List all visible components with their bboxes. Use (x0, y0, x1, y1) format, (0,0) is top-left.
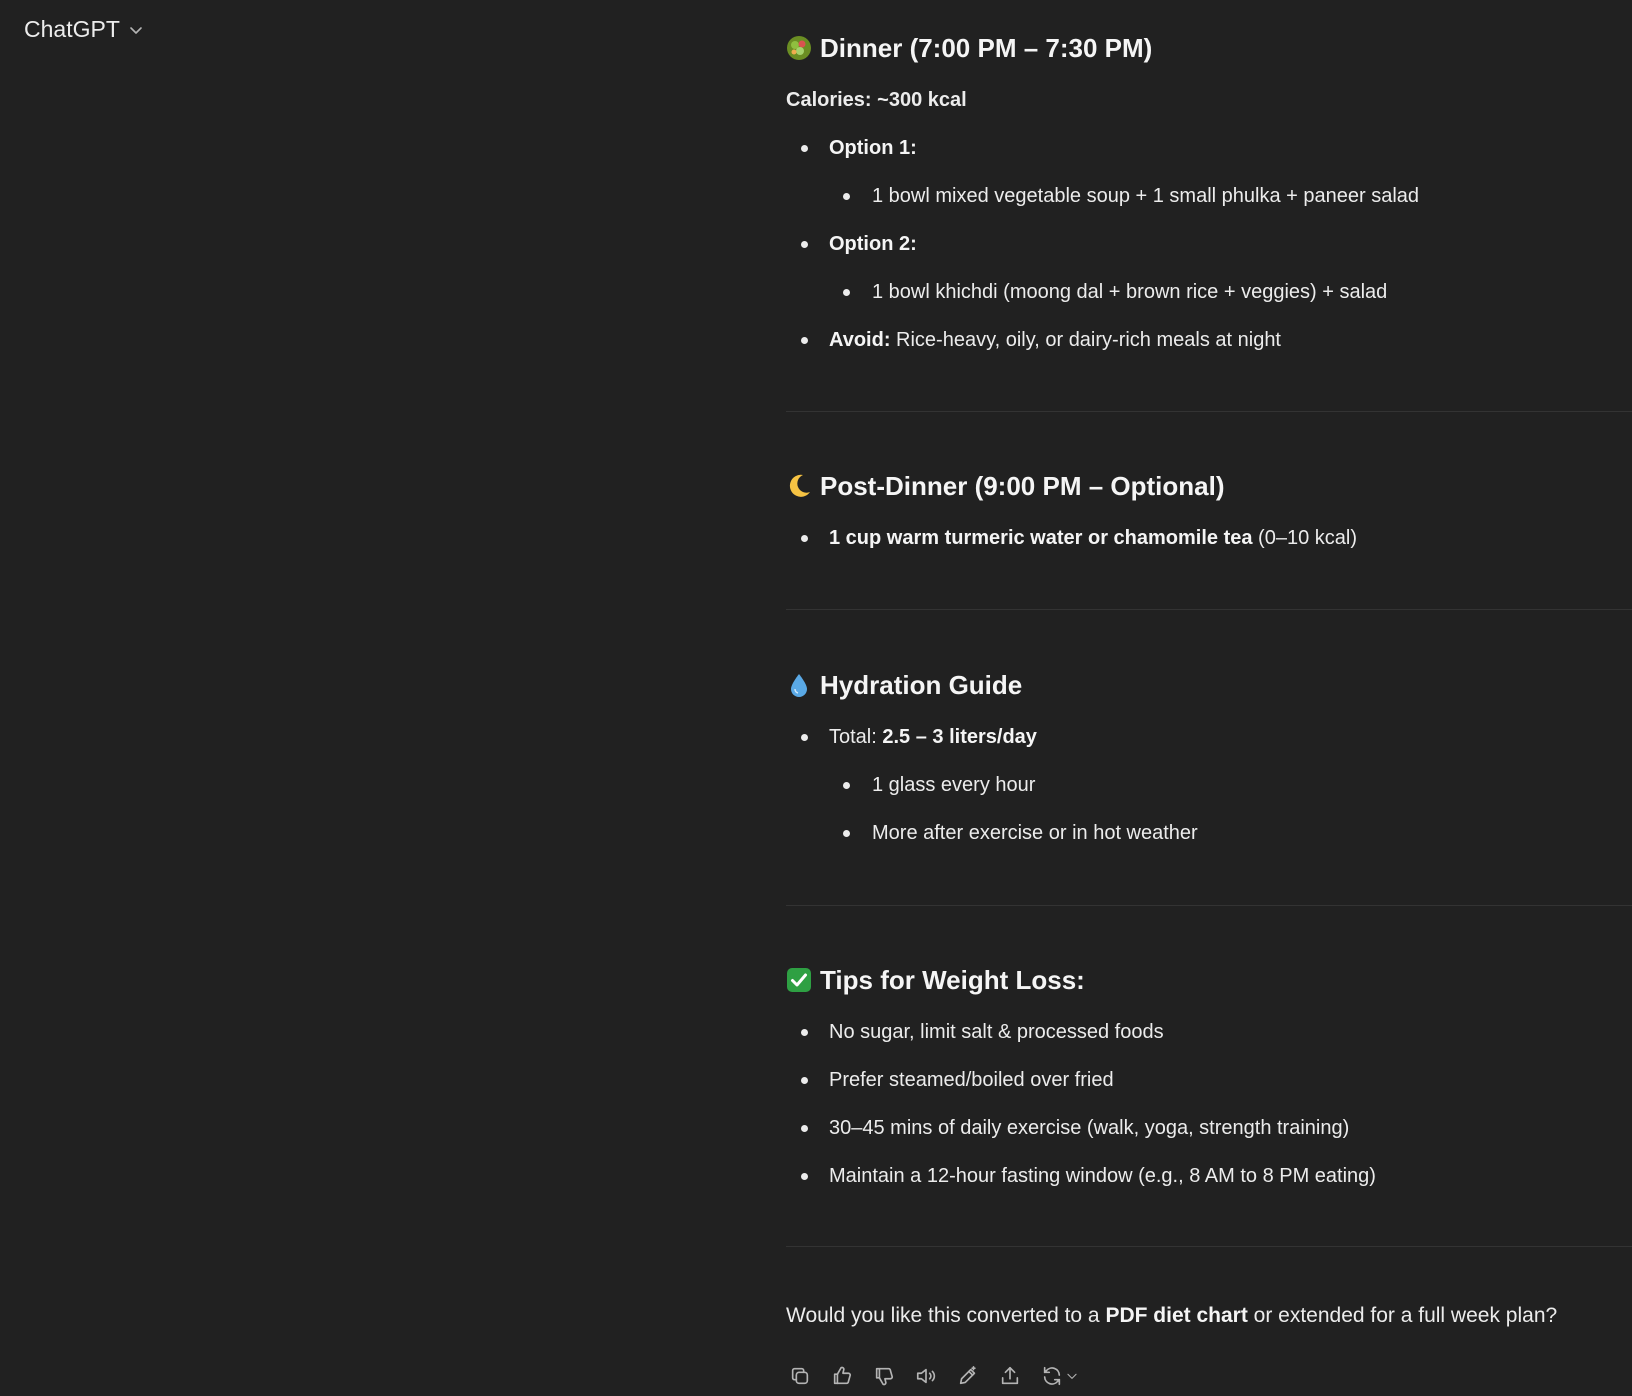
closing-after: or extended for a full week plan? (1247, 1304, 1558, 1327)
avoid-label: Avoid: (829, 328, 891, 351)
chevron-down-icon (1067, 1373, 1077, 1379)
list-item: More after exercise or in hot weather (786, 809, 1198, 857)
dinner-title: Dinner (7:00 PM – 7:30 PM) (820, 32, 1153, 63)
divider (786, 905, 1632, 906)
regenerate-icon (1043, 1366, 1061, 1386)
tip-text: No sugar, limit salt & processed foods (829, 1020, 1164, 1043)
hydration-sub-item: 1 glass every hour (872, 773, 1036, 796)
share-icon (1001, 1366, 1019, 1385)
regenerate-button[interactable] (1038, 1362, 1082, 1390)
dinner-heading: Dinner (7:00 PM – 7:30 PM) (786, 24, 1419, 72)
list-item: Option 1: (786, 124, 1419, 172)
list-item: 1 glass every hour (786, 761, 1198, 809)
tips-section: Tips for Weight Loss: No sugar, limit sa… (786, 956, 1376, 1200)
copy-icon (791, 1367, 809, 1385)
copy-button[interactable] (786, 1362, 814, 1390)
list-item: Avoid: Rice-heavy, oily, or dairy-rich m… (786, 316, 1419, 364)
divider (786, 1246, 1632, 1247)
model-name: ChatGPT (24, 16, 120, 42)
good-response-button[interactable] (828, 1362, 856, 1390)
post-dinner-item-bold: 1 cup warm turmeric water or chamomile t… (829, 526, 1253, 549)
droplet-icon (791, 674, 807, 697)
model-selector[interactable]: ChatGPT (24, 16, 144, 43)
list-item: 1 cup warm turmeric water or chamomile t… (786, 514, 1357, 562)
closing-bold: PDF diet chart (1105, 1304, 1248, 1327)
read-aloud-button[interactable] (912, 1362, 940, 1390)
list-item: Option 2: (786, 220, 1419, 268)
post-dinner-title: Post-Dinner (9:00 PM – Optional) (820, 470, 1225, 501)
option1-label: Option 1: (829, 136, 917, 159)
thumbs-up-icon (833, 1366, 852, 1385)
post-dinner-list: 1 cup warm turmeric water or chamomile t… (786, 514, 1357, 562)
hydration-title: Hydration Guide (820, 669, 1023, 700)
list-item: Total: 2.5 – 3 liters/day (786, 713, 1198, 761)
tip-text: Prefer steamed/boiled over fried (829, 1068, 1114, 1091)
tip-text: Maintain a 12-hour fasting window (e.g.,… (829, 1164, 1376, 1187)
chevron-down-icon (130, 26, 142, 34)
list-item: 1 bowl mixed vegetable soup + 1 small ph… (786, 172, 1419, 220)
tips-title: Tips for Weight Loss: (820, 964, 1085, 995)
avoid-text: Rice-heavy, oily, or dairy-rich meals at… (890, 328, 1281, 351)
list-item: 30–45 mins of daily exercise (walk, yoga… (786, 1104, 1376, 1152)
edit-icon (959, 1366, 976, 1385)
post-dinner-item-rest: (0–10 kcal) (1252, 526, 1357, 549)
crescent-moon-icon (789, 474, 810, 497)
share-button[interactable] (996, 1362, 1024, 1390)
tips-heading: Tips for Weight Loss: (786, 956, 1376, 1004)
message-actions (786, 1362, 1082, 1390)
hydration-total-value: 2.5 – 3 liters/day (882, 725, 1037, 748)
hydration-list: Total: 2.5 – 3 liters/day 1 glass every … (786, 713, 1198, 857)
salad-icon (787, 36, 811, 60)
tips-list: No sugar, limit salt & processed foods P… (786, 1008, 1376, 1200)
edit-button[interactable] (954, 1362, 982, 1390)
bad-response-button[interactable] (870, 1362, 898, 1390)
dinner-calories: Calories: ~300 kcal (786, 88, 967, 111)
closing-question: Would you like this converted to a PDF d… (786, 1304, 1557, 1328)
dinner-list: Option 1: 1 bowl mixed vegetable soup + … (786, 124, 1419, 364)
post-dinner-heading: Post-Dinner (9:00 PM – Optional) (786, 462, 1357, 510)
hydration-sub-item: More after exercise or in hot weather (872, 821, 1198, 844)
list-item: Maintain a 12-hour fasting window (e.g.,… (786, 1152, 1376, 1200)
hydration-total-label: Total: (829, 725, 883, 748)
tip-text: 30–45 mins of daily exercise (walk, yoga… (829, 1116, 1350, 1139)
option1-item: 1 bowl mixed vegetable soup + 1 small ph… (872, 184, 1420, 207)
list-item: No sugar, limit salt & processed foods (786, 1008, 1376, 1056)
read-aloud-icon (916, 1368, 936, 1384)
option2-label: Option 2: (829, 232, 917, 255)
post-dinner-section: Post-Dinner (9:00 PM – Optional) 1 cup w… (786, 462, 1357, 562)
dinner-section: Dinner (7:00 PM – 7:30 PM) Calories: ~30… (786, 24, 1419, 364)
check-mark-button-icon (787, 968, 811, 992)
divider (786, 609, 1632, 610)
option2-item: 1 bowl khichdi (moong dal + brown rice +… (872, 280, 1388, 303)
hydration-heading: Hydration Guide (786, 661, 1198, 709)
divider (786, 411, 1632, 412)
closing-before: Would you like this converted to a (786, 1304, 1106, 1327)
hydration-section: Hydration Guide Total: 2.5 – 3 liters/da… (786, 661, 1198, 857)
list-item: Prefer steamed/boiled over fried (786, 1056, 1376, 1104)
list-item: 1 bowl khichdi (moong dal + brown rice +… (786, 268, 1419, 316)
thumbs-down-icon (875, 1367, 894, 1386)
